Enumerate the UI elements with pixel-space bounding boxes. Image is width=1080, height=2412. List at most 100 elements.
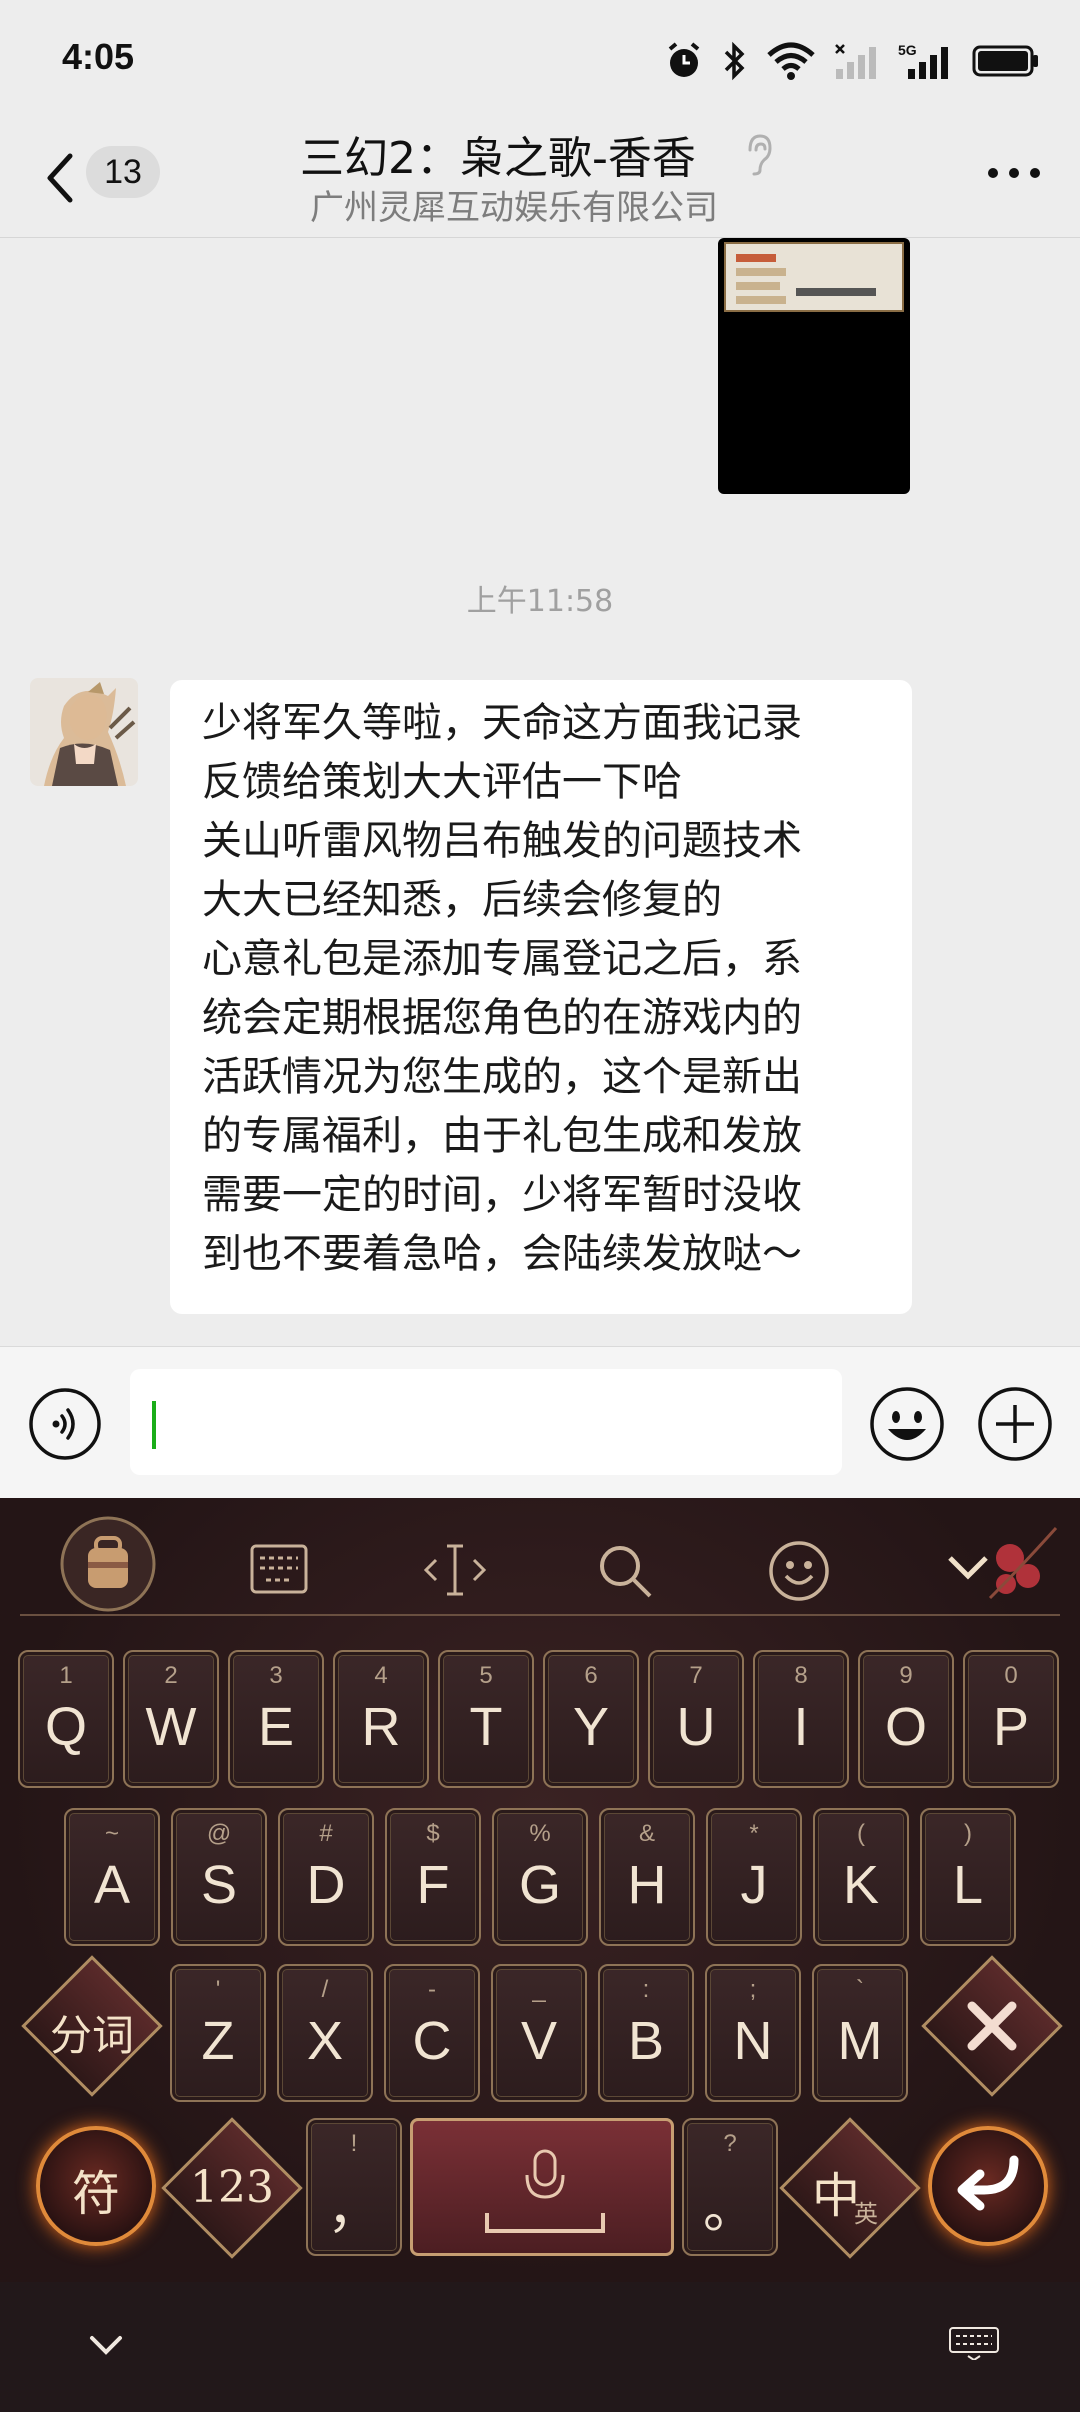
key-hint: )	[964, 1820, 972, 1847]
language-sub-label: 英	[854, 2200, 878, 2228]
message-list[interactable]: 上午11:58 少将军久等啦，天命这方面我记录 反馈给策划大大评估一下哈 关山听…	[0, 238, 1080, 1346]
message-input[interactable]	[130, 1369, 842, 1475]
key-letter: K	[842, 1855, 880, 1915]
symbol-key-label: 符	[71, 2166, 120, 2222]
key-letter: E	[257, 1697, 295, 1757]
key-letter: H	[627, 1855, 667, 1915]
key-g[interactable]: % G	[492, 1808, 588, 1946]
keyboard: 1Q2W3E4R5T6Y7U8I9O0P ~ A @ S # D $ F% G & H * J(K) L …	[0, 1498, 1080, 2282]
key-hint: 0	[1004, 1662, 1018, 1689]
key-letter: T	[469, 1697, 503, 1757]
key-p[interactable]: 0P	[963, 1650, 1059, 1788]
key-letter: L	[952, 1855, 984, 1915]
key-r[interactable]: 4R	[333, 1650, 429, 1788]
key-letter: C	[412, 2011, 452, 2071]
key-b[interactable]: :B	[598, 1964, 694, 2102]
period-key-hint: ?	[723, 2130, 737, 2157]
key-hint: ;	[749, 1976, 757, 2003]
key-letter: O	[884, 1697, 927, 1757]
navigation-bar	[0, 2282, 1080, 2412]
key-d[interactable]: # D	[278, 1808, 374, 1946]
key-hint: '	[215, 1976, 221, 2003]
key-hint: $	[426, 1820, 440, 1847]
key-hint: 4	[374, 1662, 388, 1689]
key-i[interactable]: 8I	[753, 1650, 849, 1788]
key-y[interactable]: 6Y	[543, 1650, 639, 1788]
key-hint: ~	[104, 1820, 119, 1847]
key-letter: S	[200, 1855, 238, 1915]
cursor-move-icon[interactable]	[422, 1542, 488, 1598]
key-letter: D	[306, 1855, 346, 1915]
comma-key-label: ，	[327, 2179, 381, 2239]
key-letter: Q	[44, 1697, 87, 1757]
key-hint: 1	[59, 1662, 73, 1689]
bluetooth-icon	[724, 41, 745, 81]
key-u[interactable]: 7U	[648, 1650, 744, 1788]
key-hint: 9	[899, 1662, 913, 1689]
key-letter: M	[837, 2011, 883, 2071]
key-k[interactable]: (K	[813, 1808, 909, 1946]
period-key[interactable]: ? 。	[682, 2118, 778, 2256]
collapse-keyboard-icon[interactable]	[910, 1518, 1060, 1612]
image-message-thumbnail[interactable]	[718, 238, 910, 494]
key-o[interactable]: 9O	[858, 1650, 954, 1788]
keyboard-layout-icon[interactable]	[250, 1544, 308, 1594]
key-v[interactable]: _ V	[491, 1964, 587, 2102]
number-key-label: 123	[190, 2162, 274, 2213]
message-text: 少将军久等啦，天命这方面我记录 反馈给策划大大评估一下哈 关山听雷风物吕布触发的…	[202, 694, 892, 1284]
keyboard-backpack-icon[interactable]	[58, 1514, 158, 1614]
key-hint: /	[321, 1976, 329, 2003]
comma-key[interactable]: ! ，	[306, 2118, 402, 2256]
key-l[interactable]: ) L	[920, 1808, 1016, 1946]
keyboard-switch-icon[interactable]	[948, 2326, 1000, 2360]
key-hint: &	[638, 1820, 655, 1847]
period-key-label: 。	[703, 2179, 757, 2239]
chat-subtitle: 广州灵犀互动娱乐有限公司	[310, 188, 718, 228]
back-arrow-icon[interactable]	[40, 148, 80, 208]
emoji-icon[interactable]	[868, 1385, 946, 1463]
avatar[interactable]	[30, 678, 138, 786]
key-letter: V	[520, 2011, 558, 2071]
chat-header: 13 三幻2：枭之歌-香香 广州灵犀互动娱乐有限公司	[0, 122, 1080, 238]
key-hint: #	[319, 1820, 333, 1847]
message-line: 活跃情况为您生成的，这个是新出	[202, 1054, 802, 1100]
space-key[interactable]	[410, 2118, 674, 2256]
message-line: 反馈给策划大大评估一下哈	[202, 759, 682, 805]
key-letter: R	[361, 1697, 401, 1757]
emoji-icon[interactable]	[768, 1540, 830, 1602]
chevron-down-icon[interactable]	[86, 2330, 126, 2360]
key-hint: 6	[584, 1662, 598, 1689]
key-letter: Z	[201, 2011, 235, 2071]
unread-count-badge[interactable]: 13	[86, 146, 160, 198]
key-a[interactable]: ~ A	[64, 1808, 160, 1946]
key-q[interactable]: 1Q	[18, 1650, 114, 1788]
input-bar	[0, 1346, 1080, 1498]
keyboard-toolbar	[0, 1498, 1080, 1616]
message-line: 到也不要着急哈，会陆续发放哒～	[202, 1231, 802, 1277]
key-e[interactable]: 3E	[228, 1650, 324, 1788]
key-h[interactable]: & H	[599, 1808, 695, 1946]
more-options-icon[interactable]	[986, 166, 1042, 180]
key-hint: (	[857, 1820, 865, 1847]
key-z[interactable]: ' Z	[170, 1964, 266, 2102]
key-x[interactable]: / X	[277, 1964, 373, 2102]
key-m[interactable]: ` M	[812, 1964, 908, 2102]
status-bar: 4:05 5G	[0, 0, 1080, 122]
key-f[interactable]: $ F	[385, 1808, 481, 1946]
key-t[interactable]: 5T	[438, 1650, 534, 1788]
key-w[interactable]: 2W	[123, 1650, 219, 1788]
key-j[interactable]: * J	[706, 1808, 802, 1946]
message-line: 大大已经知悉，后续会修复的	[202, 877, 722, 923]
key-hint: 8	[794, 1662, 808, 1689]
voice-input-icon[interactable]	[28, 1387, 102, 1461]
key-letter: A	[93, 1855, 131, 1915]
key-n[interactable]: ; N	[705, 1964, 801, 2102]
plus-icon[interactable]	[976, 1385, 1054, 1463]
search-icon[interactable]	[596, 1542, 654, 1600]
key-letter: F	[416, 1855, 450, 1915]
message-line: 统会定期根据您角色的在游戏内的	[202, 995, 802, 1041]
message-bubble[interactable]: 少将军久等啦，天命这方面我记录 反馈给策划大大评估一下哈 关山听雷风物吕布触发的…	[170, 680, 912, 1314]
key-c[interactable]: -C	[384, 1964, 480, 2102]
key-hint: 7	[689, 1662, 703, 1689]
key-s[interactable]: @ S	[171, 1808, 267, 1946]
